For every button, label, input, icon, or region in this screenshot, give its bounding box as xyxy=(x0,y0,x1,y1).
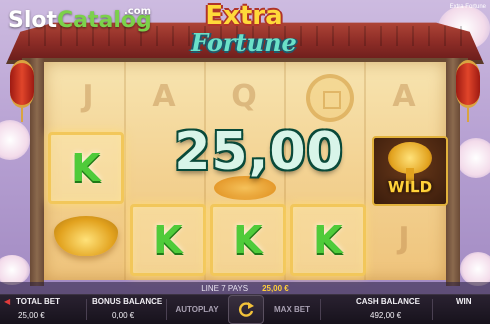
cash-balance-label: CASH BALANCE xyxy=(356,297,420,306)
pays-text: LINE 7 PAYS xyxy=(201,283,249,293)
pays-amount: 25,00 € xyxy=(262,283,289,293)
divider xyxy=(432,299,433,320)
game-name-label: Extra Fortune xyxy=(449,4,486,10)
divider xyxy=(320,299,321,320)
divider xyxy=(166,299,167,320)
win-status-line: LINE 7 PAYS 25,00 € xyxy=(0,282,490,294)
spin-arrows-icon xyxy=(239,301,254,317)
bonus-balance-label: BONUS BALANCE xyxy=(92,297,163,306)
symbol-k: K xyxy=(153,218,183,262)
symbol-a: A xyxy=(152,78,176,114)
logo-line-fortune: Fortune xyxy=(191,28,297,57)
symbol-j: J xyxy=(82,78,94,114)
wild-symbol: WILD xyxy=(372,136,448,206)
blossom-decoration xyxy=(0,255,30,285)
win-amount-display: 25,00 xyxy=(174,122,344,182)
symbol-j: J xyxy=(398,220,410,256)
watermark-slot: Slot xyxy=(8,8,58,33)
cash-balance-value: 492,00 € xyxy=(370,311,402,320)
slotcatalog-watermark: SlotCatalog .com xyxy=(8,6,152,33)
blossom-decoration xyxy=(460,252,490,286)
symbol-k: K xyxy=(71,146,101,190)
arrow-left-icon[interactable]: ◀ xyxy=(4,297,10,306)
logo-line-extra: Extra xyxy=(205,1,283,31)
left-lantern-icon xyxy=(10,60,34,122)
bonus-balance-value: 0,00 € xyxy=(112,311,135,320)
watermark-tld: .com xyxy=(124,6,152,17)
max-bet-button[interactable]: MAX BET xyxy=(266,295,318,324)
right-lantern-icon xyxy=(456,60,480,122)
coin-symbol-icon xyxy=(306,74,354,122)
autoplay-button[interactable]: AUTOPLAY xyxy=(168,295,226,324)
reel-separator xyxy=(124,62,126,280)
game-logo: Extra Fortune xyxy=(164,2,324,58)
symbol-k: K xyxy=(313,218,343,262)
symbol-a: A xyxy=(392,78,416,114)
symbol-q: Q xyxy=(231,78,257,114)
symbol-k: K xyxy=(233,218,263,262)
spin-button[interactable] xyxy=(228,295,264,324)
divider xyxy=(86,299,87,320)
blossom-decoration xyxy=(456,138,490,178)
wild-label: WILD xyxy=(387,178,433,196)
total-bet-label: TOTAL BET xyxy=(16,297,60,306)
total-bet-value: 25,00 € xyxy=(18,311,45,320)
blossom-decoration xyxy=(0,120,30,160)
win-label: WIN xyxy=(456,297,472,306)
